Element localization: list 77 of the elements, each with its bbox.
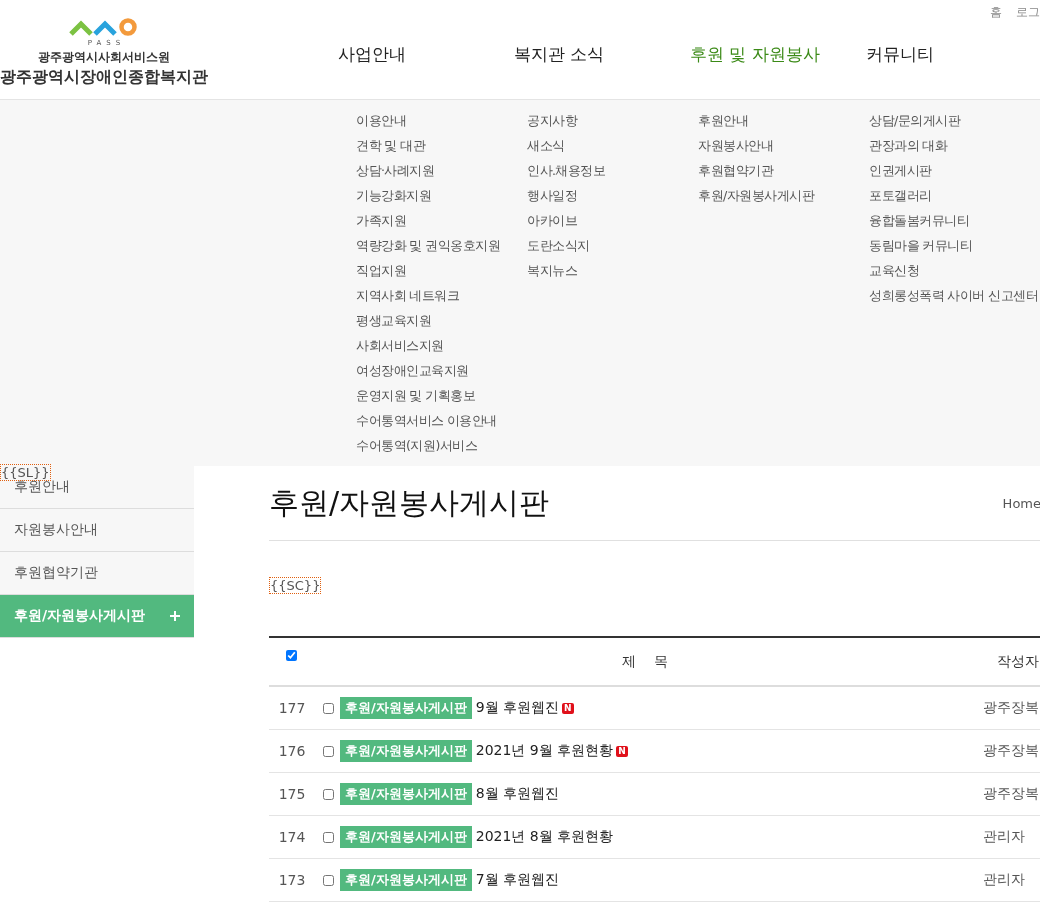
submenu-link[interactable]: 인사.채용정보: [527, 158, 698, 183]
author-cell-text: 관리자: [982, 828, 1026, 846]
site-name[interactable]: 광주광역시장애인종합복지관: [0, 67, 208, 88]
breadcrumb-link[interactable]: Home: [1002, 495, 1040, 511]
nav-item[interactable]: 후원 및 자원봉사: [690, 43, 866, 99]
submenu-link[interactable]: 이용안내: [356, 108, 527, 133]
logo-mark-icon: [69, 16, 139, 38]
submenu-link[interactable]: 사회서비스지원: [356, 333, 527, 358]
nav-item[interactable]: 사업안내: [338, 43, 514, 99]
submenu-link[interactable]: 여성장애인교육지원: [356, 358, 527, 383]
category-tag: 후원/자원봉사게시판: [340, 783, 472, 805]
select-all-checkbox[interactable]: [286, 650, 297, 661]
post-title-link[interactable]: 8월 후원웹진: [475, 785, 560, 803]
column-header: 제 목: [621, 652, 669, 671]
submenu-link[interactable]: 복지뉴스: [527, 258, 698, 283]
submenu-link[interactable]: 후원/자원봉사게시판: [698, 183, 869, 208]
submenu-link[interactable]: 포토갤러리: [869, 183, 1040, 208]
submenu-link[interactable]: 역량강화 및 권익옹호지원: [356, 233, 527, 258]
submenu-link[interactable]: 후원안내: [698, 108, 869, 133]
submenu-link[interactable]: 운영지원 및 기획홍보: [356, 383, 527, 408]
post-title-link[interactable]: 2021년 9월 후원현황: [475, 742, 614, 760]
submenu-link[interactable]: 관장과의 대화: [869, 133, 1040, 158]
row-checkbox[interactable]: [323, 745, 334, 757]
row-checkbox[interactable]: [323, 874, 334, 886]
category-tag: 후원/자원봉사게시판: [340, 826, 472, 848]
submenu-link[interactable]: 직업지원: [356, 258, 527, 283]
author-cell-text: 광주장복: [982, 742, 1040, 760]
submenu-link[interactable]: 동림마을 커뮤니티: [869, 233, 1040, 258]
submenu-link[interactable]: 가족지원: [356, 208, 527, 233]
submenu-link[interactable]: 공지사항: [527, 108, 698, 133]
new-badge: N: [616, 745, 628, 757]
column-header: 작성자: [996, 652, 1040, 671]
plus-icon: [170, 611, 180, 621]
organization-name: 광주광역시사회서비스원: [38, 49, 170, 66]
category-tag: 후원/자원봉사게시판: [340, 869, 472, 891]
submenu-link[interactable]: 수어통역서비스 이용안내: [356, 408, 527, 433]
submenu-link[interactable]: 새소식: [527, 133, 698, 158]
submenu-link[interactable]: 상담/문의게시판: [869, 108, 1040, 133]
submenu-link[interactable]: 기능강화지원: [356, 183, 527, 208]
row-checkbox[interactable]: [323, 831, 334, 843]
new-badge: N: [562, 702, 574, 714]
category-tag: 후원/자원봉사게시판: [340, 740, 472, 762]
submenu-link[interactable]: 아카이브: [527, 208, 698, 233]
submenu-link[interactable]: 후원협약기관: [698, 158, 869, 183]
post-number: 176: [277, 743, 307, 759]
top-link[interactable]: 홈: [990, 4, 1002, 21]
sidebar-item[interactable]: 후원협약기관: [0, 552, 194, 595]
author-cell-text: 광주장복: [982, 699, 1040, 717]
submenu-link[interactable]: 상담·사례지원: [356, 158, 527, 183]
nav-item[interactable]: 커뮤니티: [866, 43, 1040, 99]
author-cell-text: 광주장복: [982, 785, 1040, 803]
submenu-link[interactable]: 자원봉사안내: [698, 133, 869, 158]
submenu-link[interactable]: 수어통역(지원)서비스: [356, 433, 527, 458]
category-tag: 후원/자원봉사게시판: [340, 697, 472, 719]
submenu-link[interactable]: 교육신청: [869, 258, 1040, 283]
submenu-link[interactable]: 도란소식지: [527, 233, 698, 258]
row-checkbox[interactable]: [323, 702, 334, 714]
post-title-link[interactable]: 9월 후원웹진: [475, 699, 560, 717]
submenu-link[interactable]: 평생교육지원: [356, 308, 527, 333]
row-checkbox[interactable]: [323, 788, 334, 800]
page-title: 후원/자원봉사게시판: [269, 483, 550, 522]
post-title-link[interactable]: 7월 후원웹진: [475, 871, 560, 889]
post-number: 174: [277, 829, 307, 845]
post-number: 173: [277, 872, 307, 888]
nav-item[interactable]: 복지관 소식: [514, 43, 690, 99]
top-link[interactable]: 로그: [1016, 4, 1040, 21]
submenu-link[interactable]: 융합돌봄커뮤니티: [869, 208, 1040, 233]
sidebar-item[interactable]: 자원봉사안내: [0, 509, 194, 552]
submenu-link[interactable]: 지역사회 네트워크: [356, 283, 527, 308]
author-cell-text: 관리자: [982, 871, 1026, 889]
submenu-link[interactable]: 행사일정: [527, 183, 698, 208]
post-number: 175: [277, 786, 307, 802]
submenu-link[interactable]: 성희롱성폭력 사이버 신고센터: [869, 283, 1040, 308]
submenu-link[interactable]: 견학 및 대관: [356, 133, 527, 158]
post-number: 177: [277, 700, 307, 716]
submenu-link[interactable]: 인권게시판: [869, 158, 1040, 183]
post-title-link[interactable]: 2021년 8월 후원현황: [475, 828, 614, 846]
